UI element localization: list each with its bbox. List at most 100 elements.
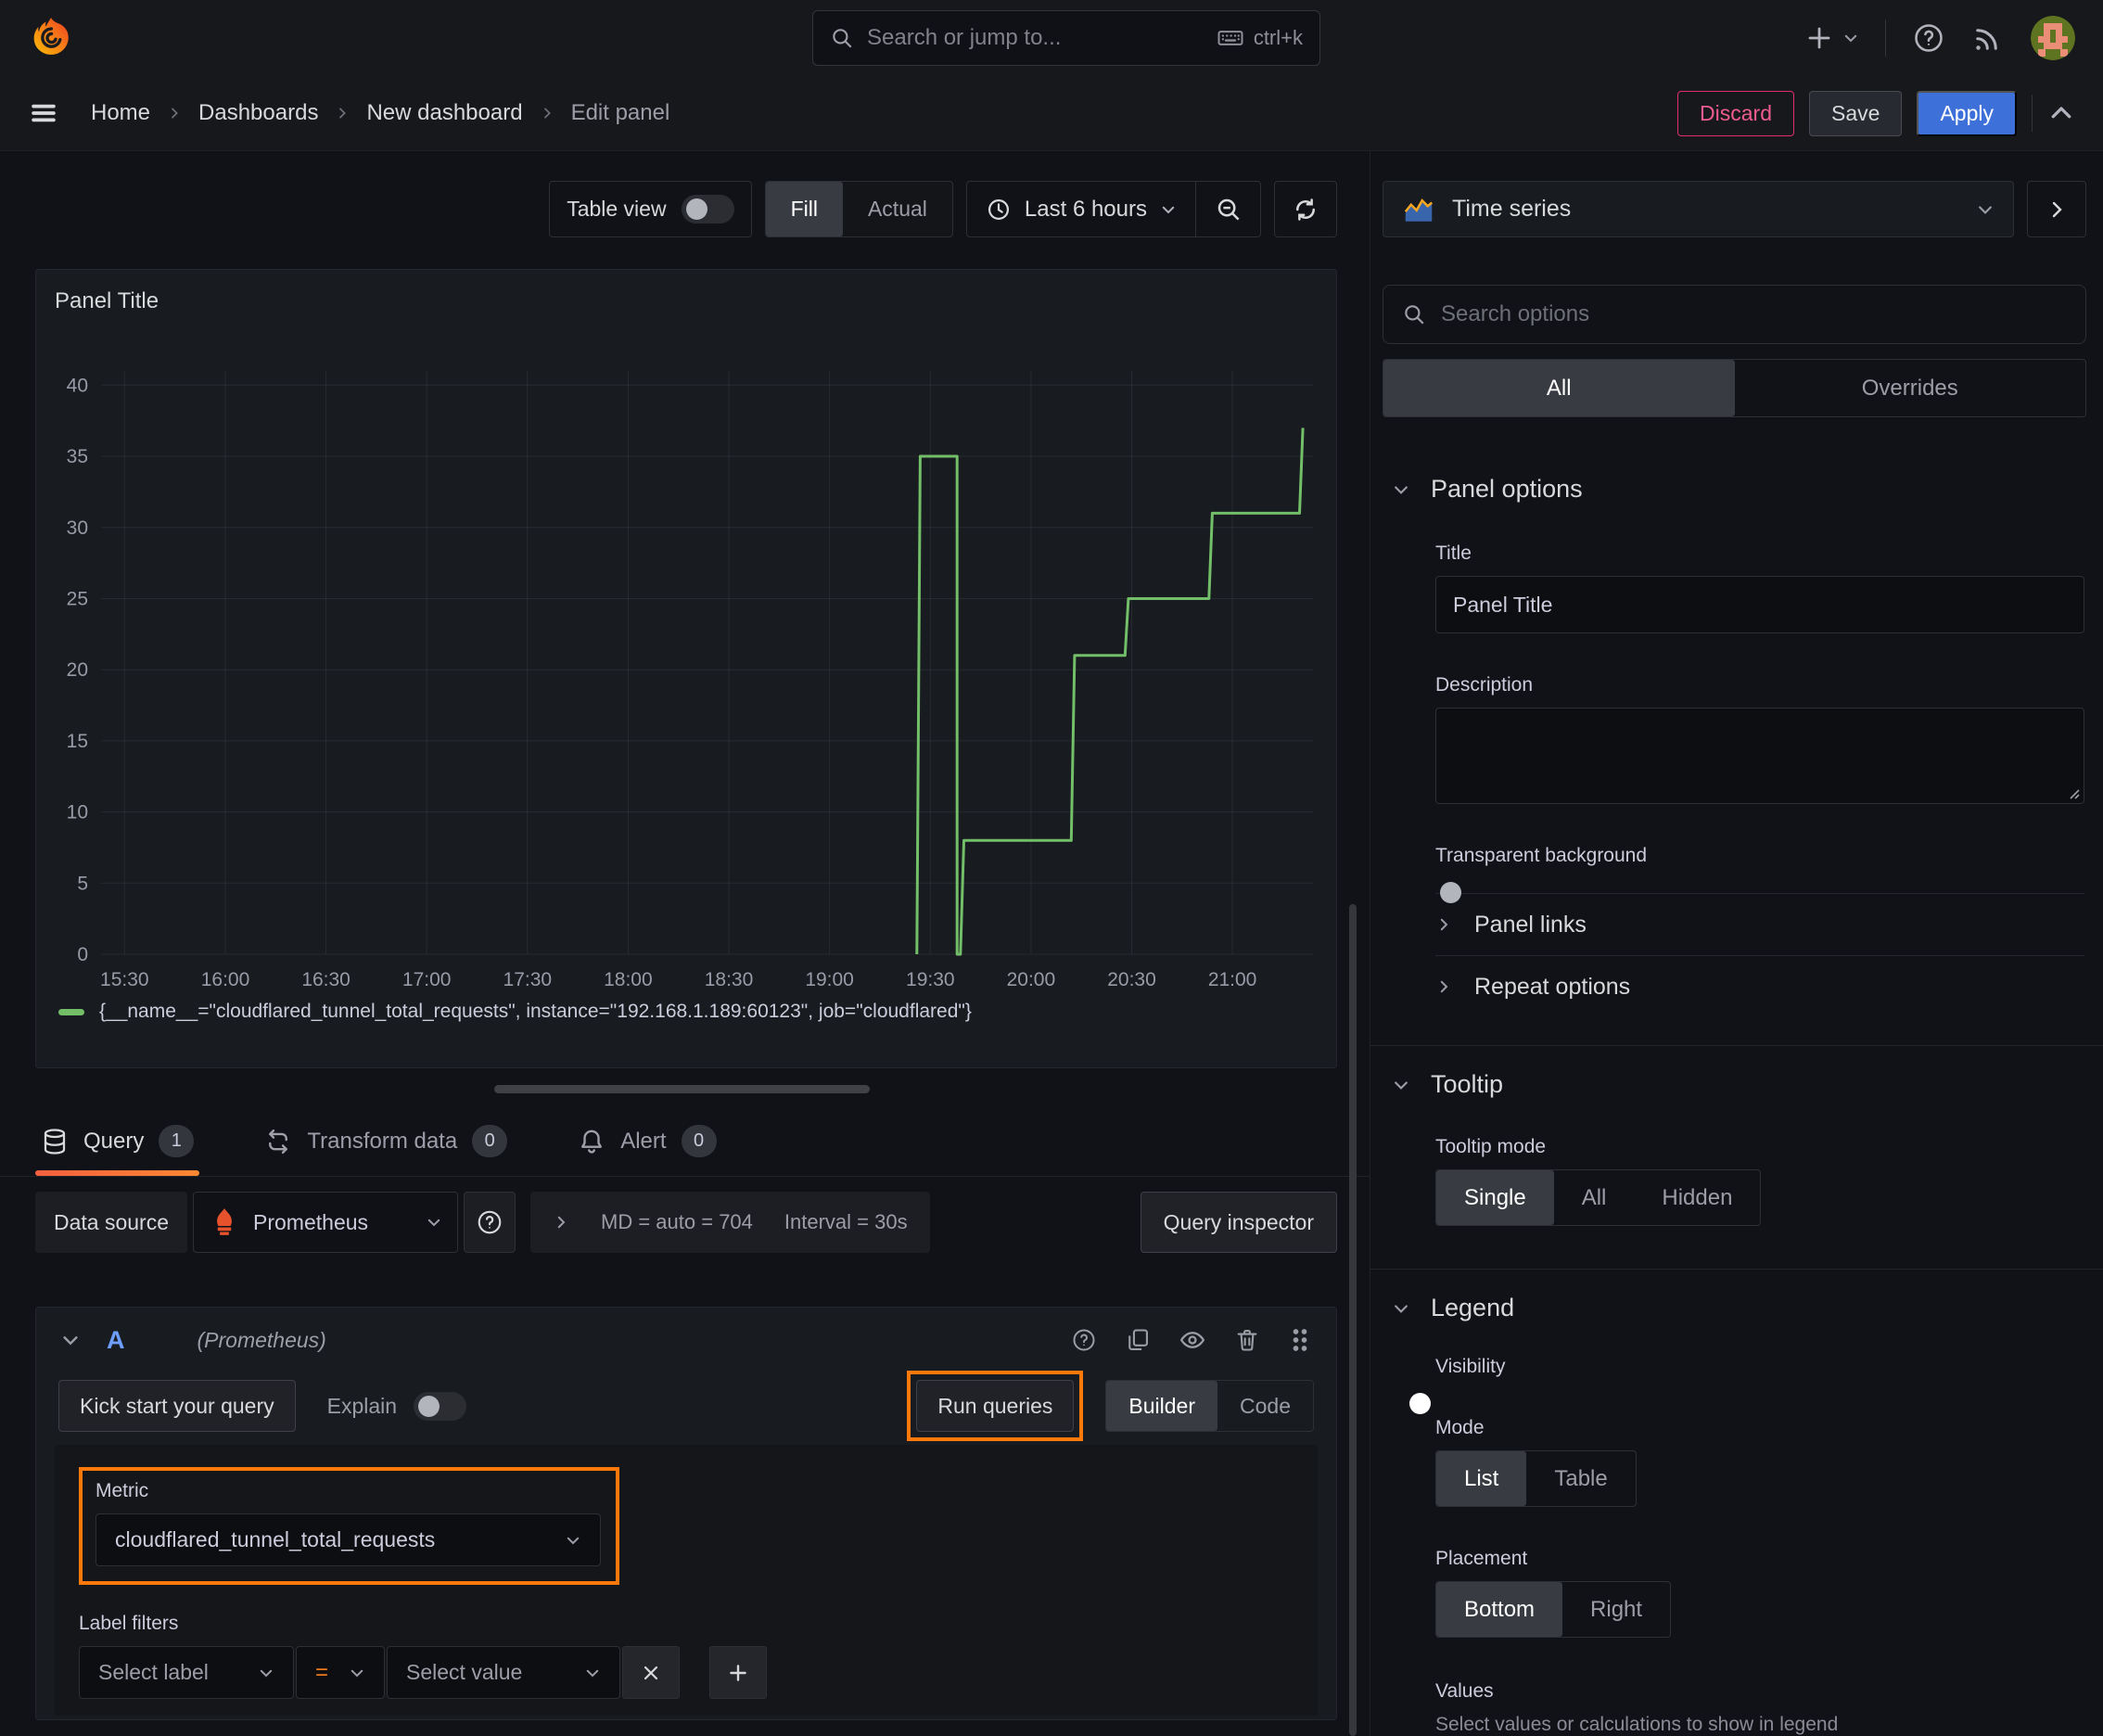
run-queries-button[interactable]: Run queries — [916, 1380, 1075, 1432]
alert-count-badge: 0 — [681, 1125, 717, 1157]
query-help-icon[interactable] — [1071, 1327, 1097, 1353]
add-filter-button[interactable] — [709, 1646, 767, 1699]
explain-toggle[interactable] — [414, 1391, 467, 1421]
visualization-picker[interactable]: Time series — [1383, 181, 2014, 237]
grafana-logo-icon[interactable] — [28, 15, 74, 61]
chevron-down-icon — [565, 1532, 581, 1549]
fill-option[interactable]: Fill — [765, 182, 843, 236]
chevron-down-icon[interactable] — [60, 1330, 81, 1350]
max-data-points-stat: MD = auto = 704 — [601, 1210, 753, 1233]
search-icon — [830, 26, 854, 50]
placement-label: Placement — [1435, 1548, 1528, 1569]
toggle-visibility-icon[interactable] — [1179, 1326, 1206, 1354]
actual-option[interactable]: Actual — [843, 182, 952, 236]
tab-query[interactable]: Query 1 — [35, 1112, 200, 1176]
global-search-input[interactable] — [867, 25, 1204, 51]
breadcrumb-dashboards[interactable]: Dashboards — [198, 100, 318, 126]
placement-right[interactable]: Right — [1562, 1582, 1670, 1637]
breadcrumb: Home Dashboards New dashboard Edit panel — [91, 100, 669, 126]
panel-options-section-header[interactable]: Panel options — [1383, 475, 2086, 504]
resize-corner-icon[interactable] — [2065, 785, 2080, 799]
tab-transform-data[interactable]: Transform data 0 — [259, 1112, 513, 1176]
svg-text:40: 40 — [67, 375, 88, 396]
repeat-options-section[interactable]: Repeat options — [1435, 956, 2086, 1017]
global-search[interactable]: ctrl+k — [812, 10, 1320, 66]
query-row-header[interactable]: A (Prometheus) — [36, 1308, 1336, 1372]
search-icon — [1402, 302, 1426, 326]
time-range-picker[interactable]: Last 6 hours — [967, 182, 1195, 236]
duplicate-query-icon[interactable] — [1125, 1327, 1151, 1353]
refresh-icon — [1292, 196, 1319, 223]
chevron-down-icon — [1392, 1299, 1410, 1318]
panel-title: Panel Title — [55, 288, 159, 313]
values-description: Select values or calculations to show in… — [1435, 1714, 1839, 1735]
placement-bottom[interactable]: Bottom — [1436, 1582, 1563, 1637]
help-icon[interactable] — [1912, 21, 1945, 55]
tab-alert[interactable]: Alert 0 — [572, 1112, 721, 1176]
discard-button[interactable]: Discard — [1677, 90, 1795, 136]
refresh-button[interactable] — [1274, 181, 1337, 237]
legend-mode-table[interactable]: Table — [1526, 1451, 1635, 1506]
drag-handle-icon[interactable] — [1288, 1326, 1312, 1354]
datasource-help-button[interactable] — [464, 1192, 516, 1253]
vertical-scrollbar[interactable] — [1349, 904, 1357, 1736]
chevron-right-icon — [167, 106, 182, 121]
metric-select[interactable]: cloudflared_tunnel_total_requests — [96, 1513, 601, 1566]
visualization-type: Time series — [1452, 196, 1572, 222]
tooltip-mode-single[interactable]: Single — [1436, 1170, 1554, 1225]
panel-edit-workspace: Table view Fill Actual Last 6 hours Pane… — [0, 151, 1370, 1720]
options-search[interactable] — [1383, 285, 2086, 344]
chevron-down-icon — [426, 1214, 442, 1231]
user-avatar[interactable] — [2031, 16, 2075, 60]
datasource-row: Data source Prometheus MD = auto = 704 I… — [35, 1192, 1337, 1253]
zoom-out-time-button[interactable] — [1195, 182, 1260, 236]
breadcrumb-new-dashboard[interactable]: New dashboard — [366, 100, 522, 126]
chevron-right-icon — [1435, 916, 1452, 933]
select-label-dropdown[interactable]: Select label — [79, 1646, 294, 1699]
table-view-toggle[interactable] — [681, 195, 734, 223]
legend-section-header[interactable]: Legend — [1383, 1294, 2086, 1322]
menu-icon[interactable] — [28, 97, 59, 129]
collapse-options-button[interactable] — [2027, 181, 2086, 237]
delete-query-icon[interactable] — [1234, 1327, 1260, 1353]
breadcrumb-home[interactable]: Home — [91, 100, 150, 126]
options-search-input[interactable] — [1441, 301, 2067, 327]
tab-all[interactable]: All — [1383, 360, 1735, 416]
chevron-down-icon — [584, 1665, 601, 1681]
panel-links-section[interactable]: Panel links — [1435, 894, 2086, 955]
chevron-down-icon — [1392, 1076, 1410, 1094]
query-inspector-button[interactable]: Query inspector — [1140, 1192, 1337, 1253]
description-textarea[interactable] — [1435, 708, 2084, 804]
transform-count-badge: 0 — [472, 1125, 508, 1157]
tooltip-mode-switch: Single All Hidden — [1435, 1169, 1762, 1226]
code-option[interactable]: Code — [1217, 1381, 1313, 1431]
tooltip-section-header[interactable]: Tooltip — [1383, 1070, 2086, 1099]
news-feed-icon[interactable] — [1971, 21, 2005, 55]
svg-text:20:30: 20:30 — [1107, 969, 1156, 990]
legend-mode-list[interactable]: List — [1436, 1451, 1527, 1506]
remove-filter-button[interactable] — [622, 1646, 680, 1699]
apply-button[interactable]: Apply — [1917, 90, 2017, 136]
chevron-up-icon[interactable] — [2047, 99, 2075, 127]
tooltip-mode-all[interactable]: All — [1554, 1170, 1635, 1225]
time-range-label: Last 6 hours — [1024, 196, 1147, 222]
time-series-chart[interactable]: 0 5 10 15 20 25 30 35 40 15:30 16:00 16:30 17:00 17:3… — [36, 362, 1316, 997]
save-button[interactable]: Save — [1809, 90, 1903, 136]
svg-text:5: 5 — [77, 873, 88, 894]
operator-dropdown[interactable]: = — [296, 1646, 385, 1699]
select-value-placeholder: Select value — [406, 1660, 523, 1684]
select-value-dropdown[interactable]: Select value — [387, 1646, 620, 1699]
builder-option[interactable]: Builder — [1106, 1381, 1218, 1431]
metric-value: cloudflared_tunnel_total_requests — [115, 1527, 436, 1551]
tab-overrides[interactable]: Overrides — [1735, 360, 2086, 416]
panel-title-input[interactable] — [1435, 576, 2084, 633]
new-menu-button[interactable] — [1805, 24, 1859, 52]
svg-text:19:00: 19:00 — [805, 969, 854, 990]
tooltip-mode-hidden[interactable]: Hidden — [1634, 1170, 1760, 1225]
database-icon — [41, 1128, 69, 1155]
kick-start-query-button[interactable]: Kick start your query — [58, 1380, 296, 1432]
pane-resize-handle[interactable] — [494, 1085, 870, 1093]
datasource-picker[interactable]: Prometheus — [193, 1192, 459, 1253]
chart-legend-item[interactable]: {__name__="cloudflared_tunnel_total_requ… — [58, 1001, 972, 1023]
query-options-summary[interactable]: MD = auto = 704 Interval = 30s — [530, 1192, 930, 1253]
